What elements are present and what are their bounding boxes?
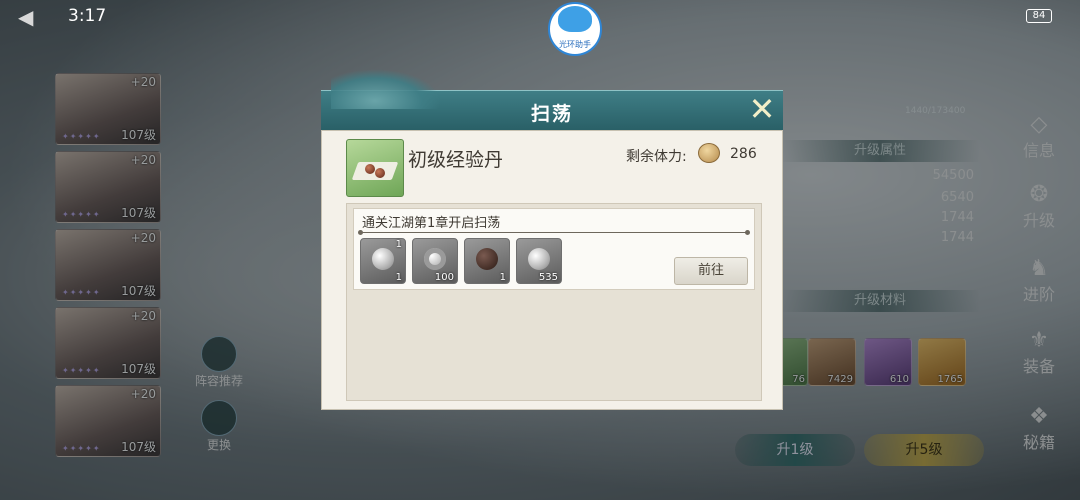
dialog-title: 扫荡 [530, 103, 573, 125]
coin-icon [424, 248, 446, 270]
reward-count: 100 [434, 272, 454, 283]
reward-badge: 1 [395, 239, 402, 250]
back-arrow-icon[interactable]: ◀ [18, 5, 44, 29]
close-icon[interactable]: ✕ [745, 93, 779, 127]
dialog-header: 扫荡 ✕ [321, 69, 783, 131]
stamina-label: 剩余体力: [626, 149, 687, 165]
reward-coin[interactable]: 100 [412, 238, 458, 284]
pearl-icon [528, 248, 550, 270]
reward-count: 1 [395, 272, 402, 283]
helper-avatar[interactable]: 光环助手 [548, 2, 602, 56]
stage-list: 通关江湖第1章开启扫荡 1 1 100 1 535 前往 [346, 203, 762, 401]
stamina-value: 286 [730, 146, 757, 162]
helper-bird-icon [558, 6, 592, 32]
exp-pill-icon [476, 248, 498, 270]
reward-count: 1 [499, 272, 506, 283]
reward-count: 535 [538, 272, 558, 283]
sweep-dialog: 扫荡 ✕ 初级经验丹 剩余体力: 286 通关江湖第1章开启扫荡 1 1 100… [321, 69, 783, 410]
reward-pearl[interactable]: 535 [516, 238, 562, 284]
exp-pill-icon [346, 139, 404, 197]
status-time: 3:17 [68, 6, 107, 26]
reward-silver-ingot[interactable]: 1 1 [360, 238, 406, 284]
helper-label: 光环助手 [559, 40, 591, 49]
dialog-body: 初级经验丹 剩余体力: 286 通关江湖第1章开启扫荡 1 1 100 1 53… [321, 130, 783, 410]
stage-title: 通关江湖第1章开启扫荡 [362, 216, 501, 231]
stage-entry: 通关江湖第1章开启扫荡 1 1 100 1 535 前往 [353, 208, 755, 290]
pill-shape [375, 168, 385, 178]
divider [358, 230, 750, 235]
reward-exp-pill[interactable]: 1 [464, 238, 510, 284]
go-button[interactable]: 前往 [674, 257, 748, 285]
item-name: 初级经验丹 [408, 149, 504, 171]
stamina-bun-icon [698, 143, 720, 163]
silver-ingot-icon [372, 248, 394, 270]
battery-icon: 84 [1026, 9, 1052, 23]
pill-shape [365, 164, 375, 174]
